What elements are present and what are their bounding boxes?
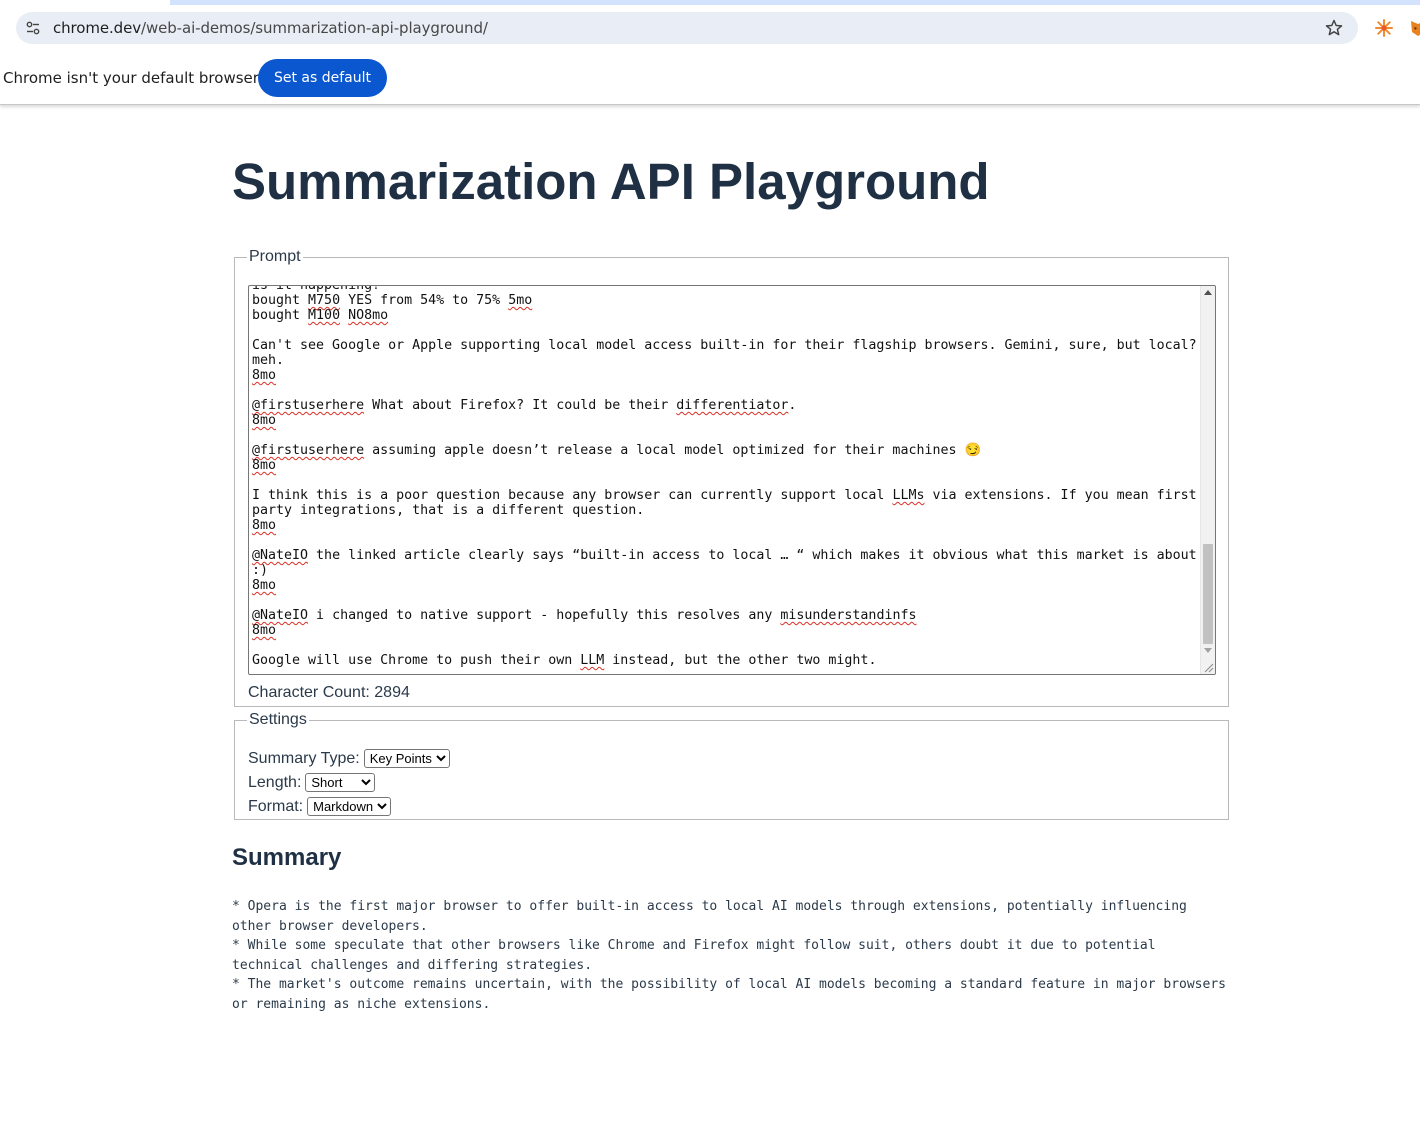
page-title: Summarization API Playground: [232, 153, 990, 210]
prompt-line: Can't see Google or Apple supporting loc…: [252, 338, 1197, 353]
prompt-textarea[interactable]: is it happening? ** bought M750 YES from …: [248, 285, 1216, 675]
prompt-line: I think this is a poor question because …: [252, 488, 1197, 503]
prompt-line: ​: [252, 383, 1202, 398]
length-row: Length: Short: [248, 773, 376, 792]
tune-icon[interactable]: [22, 17, 44, 39]
summary-output: * Opera is the first major browser to of…: [232, 899, 1226, 1012]
prompt-line: 8mo: [252, 368, 277, 383]
prompt-line: @NateIO the linked article clearly says …: [252, 548, 1197, 563]
summary-type-select[interactable]: Key Points: [363, 749, 450, 768]
tab-strip: [0, 0, 1420, 6]
settings-legend: Settings: [249, 711, 307, 728]
prompt-line: ​: [252, 533, 1202, 548]
prompt-line: 8mo: [252, 413, 277, 428]
orange-spark-icon[interactable]: [1374, 18, 1394, 38]
prompt-line: bought M100 NO8mo: [252, 308, 389, 323]
prompt-line: :): [252, 563, 269, 578]
set-as-default-button[interactable]: Set as default: [258, 59, 387, 97]
prompt-line: @firstuserhere assuming apple doesn’t re…: [252, 443, 982, 458]
prompt-line: @NateIO i changed to native support - ho…: [252, 608, 917, 623]
infobar-message: Chrome isn't your default browser: [3, 69, 259, 87]
prompt-line: ​: [252, 428, 1202, 443]
format-select[interactable]: Markdown: [307, 797, 392, 816]
summary-type-row: Summary Type: Key Points: [248, 749, 450, 768]
scroll-thumb[interactable]: [1203, 544, 1213, 644]
prompt-line: ​: [252, 323, 1202, 338]
fox-extension-icon[interactable]: [1408, 18, 1420, 38]
prompt-line: party integrations, that is a different …: [252, 503, 645, 518]
address-bar[interactable]: chrome.dev/web-ai-demos/summarization-ap…: [16, 12, 1358, 44]
prompt-line: 8mo: [252, 458, 277, 473]
prompt-line: ​: [252, 473, 1202, 488]
prompt-line: ​: [252, 638, 1202, 653]
star-icon[interactable]: [1324, 18, 1344, 38]
prompt-line: 8mo: [252, 518, 277, 533]
textarea-scrollbar[interactable]: [1200, 286, 1215, 674]
url-path: /web-ai-demos/summarization-api-playgrou…: [141, 19, 488, 37]
prompt-line: 8mo: [252, 578, 277, 593]
character-count: Character Count: 2894: [248, 684, 410, 701]
prompt-line: @firstuserhere What about Firefox? It co…: [252, 398, 797, 413]
scroll-up-arrow-icon[interactable]: [1204, 290, 1212, 295]
format-row: Format: Markdown: [248, 797, 392, 816]
scroll-down-arrow-icon[interactable]: [1204, 648, 1212, 653]
resize-grip-icon[interactable]: [1202, 661, 1214, 673]
prompt-line: bought M750 YES from 54% to 75% 5mo: [252, 293, 533, 308]
prompt-fieldset: Prompt is it happening? ** bought M750 YE…: [234, 248, 1229, 707]
summary-type-label: Summary Type:: [248, 749, 360, 767]
summary-heading: Summary: [232, 844, 342, 871]
length-label: Length:: [248, 773, 302, 791]
prompt-line: is it happening? **: [252, 285, 405, 293]
prompt-line: 8mo: [252, 623, 277, 638]
prompt-line: ​: [252, 593, 1202, 608]
url-host: chrome.dev: [53, 19, 142, 37]
url-text[interactable]: chrome.dev/web-ai-demos/summarization-ap…: [53, 19, 488, 37]
active-tab-accent: [170, 0, 1420, 5]
settings-fieldset: Settings Summary Type: Key Points Length…: [234, 711, 1229, 820]
prompt-text: is it happening? ** bought M750 YES from …: [252, 285, 1202, 668]
length-select[interactable]: Short: [305, 773, 376, 792]
prompt-line: Google will use Chrome to push their own…: [252, 653, 877, 668]
prompt-line: meh.: [252, 353, 285, 368]
prompt-legend: Prompt: [249, 248, 301, 265]
default-browser-infobar: Chrome isn't your default browser Set as…: [0, 52, 1420, 105]
format-label: Format:: [248, 797, 304, 815]
